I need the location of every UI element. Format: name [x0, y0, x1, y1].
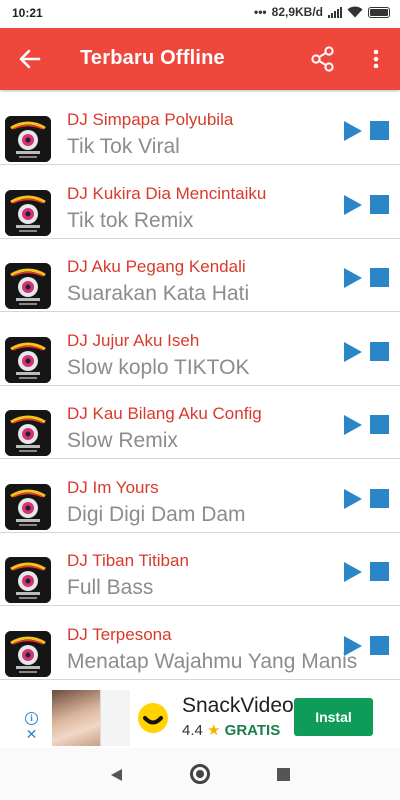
app-bar: Terbaru Offline [0, 28, 400, 90]
song-title: DJ Aku Pegang Kendali [67, 257, 246, 276]
stop-icon[interactable] [370, 268, 389, 287]
status-indicators: ••• 82,9KB/d [254, 5, 390, 19]
nav-recents-icon[interactable] [277, 768, 290, 781]
more-vert-icon [373, 49, 379, 69]
play-icon[interactable] [343, 194, 363, 216]
song-thumbnail [5, 557, 51, 603]
song-thumbnail [5, 630, 51, 677]
stop-icon[interactable] [370, 121, 389, 140]
install-button[interactable]: Instal [294, 698, 373, 736]
stop-icon[interactable] [370, 562, 389, 581]
ad-price: GRATIS [224, 722, 281, 739]
page-title: Terbaru Offline [80, 47, 225, 69]
play-icon[interactable] [343, 414, 363, 436]
status-dots: ••• [254, 5, 267, 19]
ad-rating: 4.4 [182, 722, 203, 739]
play-icon[interactable] [343, 635, 363, 657]
song-title: DJ Terpesona [67, 624, 172, 644]
stop-icon[interactable] [370, 341, 389, 361]
song-subtitle: Menatap Wajahmu Yang Manis [67, 649, 358, 673]
ad-app-name: SnackVideo [182, 694, 294, 717]
stop-icon[interactable] [370, 488, 389, 508]
song-list[interactable]: DJ Simpapa Polyubila Tik Tok Viral DJ Ku… [0, 92, 400, 682]
song-list-item[interactable]: DJ Kukira Dia Mencintaiku Tik tok Remix [0, 165, 400, 239]
status-time: 10:21 [12, 6, 43, 20]
battery-icon [368, 6, 390, 18]
snackvideo-logo [132, 697, 174, 739]
song-subtitle: Tik Tok Viral [67, 135, 180, 158]
play-icon[interactable] [343, 120, 363, 142]
song-thumbnail [5, 263, 51, 309]
song-list-item[interactable]: DJ Im Yours Digi Digi Dam Dam [0, 459, 400, 533]
close-icon[interactable]: ✕ [25, 727, 38, 741]
song-thumbnail [5, 336, 51, 383]
song-title: DJ Tiban Titiban [67, 551, 189, 570]
song-list-item[interactable]: DJ Aku Pegang Kendali Suarakan Kata Hati [0, 239, 400, 312]
song-thumbnail [5, 189, 51, 236]
song-thumbnail [5, 483, 51, 530]
song-list-item[interactable]: DJ Jujur Aku Iseh Slow koplo TIKTOK [0, 312, 400, 386]
song-subtitle: Full Bass [67, 576, 154, 599]
star-icon: ★ [207, 722, 221, 739]
song-list-item[interactable]: DJ Kau Bilang Aku Config Slow Remix [0, 386, 400, 459]
nav-home-icon[interactable] [190, 764, 210, 784]
info-icon[interactable]: i [25, 712, 38, 725]
song-subtitle: Tik tok Remix [67, 208, 194, 232]
song-thumbnail [5, 116, 51, 162]
status-bar: 10:21 ••• 82,9KB/d [0, 0, 400, 28]
ad-rating-row: 4.4 ★ GRATIS [182, 721, 280, 739]
ad-image[interactable] [52, 690, 100, 746]
song-subtitle: Slow koplo TIKTOK [67, 355, 250, 379]
network-speed: 82,9KB/d [271, 5, 323, 19]
play-icon[interactable] [343, 561, 363, 583]
signal-icon [328, 6, 342, 18]
play-icon[interactable] [343, 341, 363, 363]
song-title: DJ Kau Bilang Aku Config [67, 404, 262, 423]
song-subtitle: Digi Digi Dam Dam [67, 502, 246, 526]
share-icon [311, 46, 334, 72]
song-title: DJ Jujur Aku Iseh [67, 330, 200, 350]
song-subtitle: Slow Remix [67, 429, 178, 452]
song-title: DJ Im Yours [67, 477, 159, 497]
song-list-item[interactable]: DJ Terpesona Menatap Wajahmu Yang Manis [0, 606, 400, 680]
song-list-item[interactable]: DJ Tiban Titiban Full Bass [0, 533, 400, 606]
nav-back-icon[interactable] [110, 768, 123, 782]
back-button[interactable] [10, 41, 50, 77]
ad-image-strip [100, 690, 130, 746]
stop-icon[interactable] [370, 415, 389, 434]
arrow-left-icon [19, 49, 41, 69]
more-options-button[interactable] [362, 41, 390, 77]
play-icon[interactable] [343, 488, 363, 510]
song-subtitle: Suarakan Kata Hati [67, 282, 250, 305]
song-thumbnail [5, 410, 51, 456]
play-icon[interactable] [343, 267, 363, 289]
share-button[interactable] [305, 41, 341, 77]
stop-icon[interactable] [370, 635, 389, 655]
song-title: DJ Simpapa Polyubila [67, 110, 234, 129]
stop-icon[interactable] [370, 194, 389, 214]
song-list-item[interactable]: DJ Simpapa Polyubila Tik Tok Viral [0, 92, 400, 165]
song-title: DJ Kukira Dia Mencintaiku [67, 183, 267, 203]
wifi-icon [347, 6, 363, 18]
